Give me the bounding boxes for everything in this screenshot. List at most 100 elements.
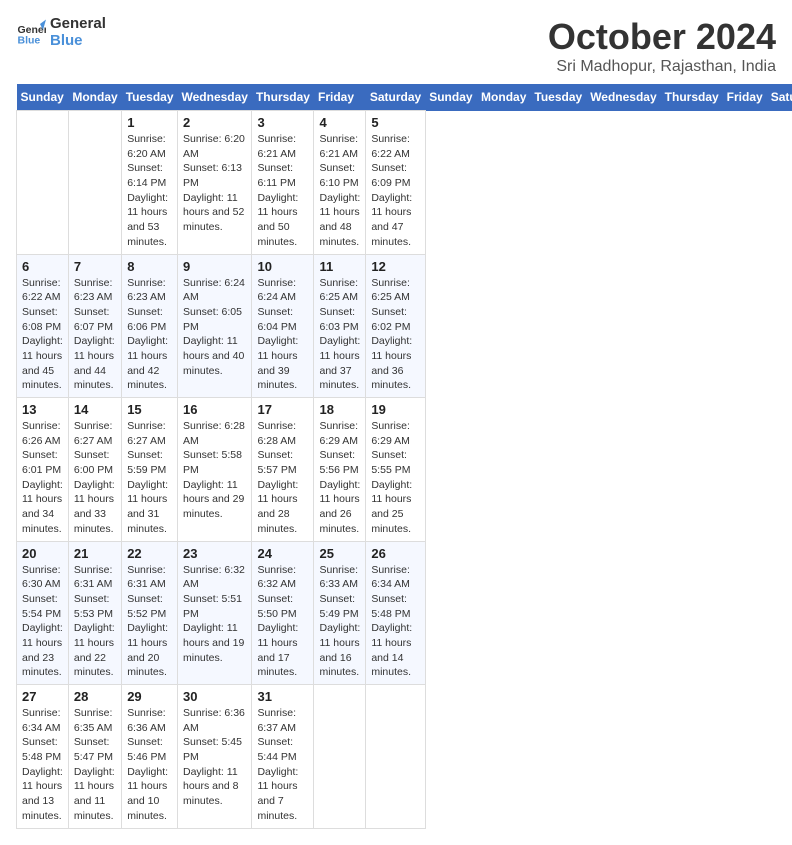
day-number: 16 — [183, 402, 246, 417]
calendar-cell: 16 Sunrise: 6:28 AM Sunset: 5:58 PM Dayli… — [178, 398, 252, 542]
calendar-cell: 19 Sunrise: 6:29 AM Sunset: 5:55 PM Dayli… — [366, 398, 425, 542]
header-tuesday: Tuesday — [122, 84, 178, 111]
title-block: October 2024 Sri Madhopur, Rajasthan, In… — [548, 16, 776, 76]
day-number: 11 — [319, 259, 360, 274]
header-wednesday: Wednesday — [586, 84, 660, 111]
page-title: October 2024 — [548, 16, 776, 58]
day-info: Sunrise: 6:20 AM Sunset: 6:14 PM Dayligh… — [127, 132, 172, 250]
calendar-header-row: SundayMondayTuesdayWednesdayThursdayFrid… — [17, 84, 792, 111]
day-info: Sunrise: 6:28 AM Sunset: 5:58 PM Dayligh… — [183, 419, 246, 522]
day-number: 18 — [319, 402, 360, 417]
calendar-week-row: 13 Sunrise: 6:26 AM Sunset: 6:01 PM Dayli… — [17, 398, 792, 542]
day-info: Sunrise: 6:36 AM Sunset: 5:46 PM Dayligh… — [127, 706, 172, 824]
day-number: 29 — [127, 689, 172, 704]
calendar-cell: 28 Sunrise: 6:35 AM Sunset: 5:47 PM Dayli… — [68, 685, 121, 829]
day-number: 31 — [257, 689, 308, 704]
calendar-cell: 30 Sunrise: 6:36 AM Sunset: 5:45 PM Dayli… — [178, 685, 252, 829]
day-info: Sunrise: 6:24 AM Sunset: 6:05 PM Dayligh… — [183, 276, 246, 379]
calendar-cell: 11Sunrise: 6:25 AM Sunset: 6:03 PM Dayli… — [314, 254, 366, 398]
header-sunday: Sunday — [17, 84, 69, 111]
calendar-cell: 31 Sunrise: 6:37 AM Sunset: 5:44 PM Dayli… — [252, 685, 314, 829]
day-number: 14 — [74, 402, 116, 417]
calendar-cell — [366, 685, 425, 829]
day-info: Sunrise: 6:32 AM Sunset: 5:51 PM Dayligh… — [183, 563, 246, 666]
day-info: Sunrise: 6:28 AM Sunset: 5:57 PM Dayligh… — [257, 419, 308, 537]
header-monday: Monday — [68, 84, 121, 111]
day-info: Sunrise: 6:35 AM Sunset: 5:47 PM Dayligh… — [74, 706, 116, 824]
calendar-cell: 24 Sunrise: 6:32 AM Sunset: 5:50 PM Dayli… — [252, 541, 314, 685]
calendar-cell — [17, 111, 69, 255]
day-info: Sunrise: 6:21 AM Sunset: 6:11 PM Dayligh… — [257, 132, 308, 250]
calendar-cell: 26 Sunrise: 6:34 AM Sunset: 5:48 PM Dayli… — [366, 541, 425, 685]
calendar-week-row: 1 Sunrise: 6:20 AM Sunset: 6:14 PM Daylig… — [17, 111, 792, 255]
header-thursday: Thursday — [661, 84, 723, 111]
day-info: Sunrise: 6:34 AM Sunset: 5:48 PM Dayligh… — [371, 563, 419, 681]
day-number: 15 — [127, 402, 172, 417]
day-number: 6 — [22, 259, 63, 274]
calendar-cell: 29 Sunrise: 6:36 AM Sunset: 5:46 PM Dayli… — [122, 685, 178, 829]
calendar-cell: 14 Sunrise: 6:27 AM Sunset: 6:00 PM Dayli… — [68, 398, 121, 542]
calendar-cell: 8Sunrise: 6:23 AM Sunset: 6:06 PM Daylig… — [122, 254, 178, 398]
day-number: 1 — [127, 115, 172, 130]
day-number: 13 — [22, 402, 63, 417]
day-number: 12 — [371, 259, 419, 274]
day-number: 19 — [371, 402, 419, 417]
day-number: 23 — [183, 546, 246, 561]
calendar-cell: 22Sunrise: 6:31 AM Sunset: 5:52 PM Dayli… — [122, 541, 178, 685]
day-info: Sunrise: 6:27 AM Sunset: 6:00 PM Dayligh… — [74, 419, 116, 537]
day-number: 24 — [257, 546, 308, 561]
calendar-cell: 5Sunrise: 6:22 AM Sunset: 6:09 PM Daylig… — [366, 111, 425, 255]
calendar-cell: 3Sunrise: 6:21 AM Sunset: 6:11 PM Daylig… — [252, 111, 314, 255]
header-monday: Monday — [477, 84, 530, 111]
day-number: 26 — [371, 546, 419, 561]
day-info: Sunrise: 6:32 AM Sunset: 5:50 PM Dayligh… — [257, 563, 308, 681]
logo-line2: Blue — [50, 33, 106, 50]
logo-icon: General Blue — [16, 18, 46, 48]
header-friday: Friday — [723, 84, 767, 111]
calendar-week-row: 27Sunrise: 6:34 AM Sunset: 5:48 PM Dayli… — [17, 685, 792, 829]
page-header: General Blue General Blue October 2024 S… — [16, 16, 776, 76]
day-info: Sunrise: 6:21 AM Sunset: 6:10 PM Dayligh… — [319, 132, 360, 250]
day-number: 25 — [319, 546, 360, 561]
header-wednesday: Wednesday — [178, 84, 252, 111]
day-info: Sunrise: 6:36 AM Sunset: 5:45 PM Dayligh… — [183, 706, 246, 809]
day-info: Sunrise: 6:37 AM Sunset: 5:44 PM Dayligh… — [257, 706, 308, 824]
calendar-table: SundayMondayTuesdayWednesdayThursdayFrid… — [16, 84, 792, 829]
calendar-week-row: 20Sunrise: 6:30 AM Sunset: 5:54 PM Dayli… — [17, 541, 792, 685]
day-info: Sunrise: 6:29 AM Sunset: 5:56 PM Dayligh… — [319, 419, 360, 537]
day-info: Sunrise: 6:30 AM Sunset: 5:54 PM Dayligh… — [22, 563, 63, 681]
calendar-cell: 7 Sunrise: 6:23 AM Sunset: 6:07 PM Daylig… — [68, 254, 121, 398]
calendar-cell: 21Sunrise: 6:31 AM Sunset: 5:53 PM Dayli… — [68, 541, 121, 685]
calendar-cell: 9 Sunrise: 6:24 AM Sunset: 6:05 PM Daylig… — [178, 254, 252, 398]
header-saturday: Saturday — [366, 84, 425, 111]
calendar-week-row: 6Sunrise: 6:22 AM Sunset: 6:08 PM Daylig… — [17, 254, 792, 398]
day-info: Sunrise: 6:31 AM Sunset: 5:53 PM Dayligh… — [74, 563, 116, 681]
day-number: 9 — [183, 259, 246, 274]
logo-line1: General — [50, 16, 106, 33]
calendar-cell: 1 Sunrise: 6:20 AM Sunset: 6:14 PM Daylig… — [122, 111, 178, 255]
header-thursday: Thursday — [252, 84, 314, 111]
day-number: 7 — [74, 259, 116, 274]
calendar-cell: 23 Sunrise: 6:32 AM Sunset: 5:51 PM Dayli… — [178, 541, 252, 685]
day-number: 10 — [257, 259, 308, 274]
day-info: Sunrise: 6:29 AM Sunset: 5:55 PM Dayligh… — [371, 419, 419, 537]
calendar-cell — [68, 111, 121, 255]
calendar-cell: 6Sunrise: 6:22 AM Sunset: 6:08 PM Daylig… — [17, 254, 69, 398]
day-number: 4 — [319, 115, 360, 130]
day-number: 28 — [74, 689, 116, 704]
day-info: Sunrise: 6:33 AM Sunset: 5:49 PM Dayligh… — [319, 563, 360, 681]
calendar-cell: 27Sunrise: 6:34 AM Sunset: 5:48 PM Dayli… — [17, 685, 69, 829]
header-saturday: Saturday — [767, 84, 792, 111]
header-tuesday: Tuesday — [530, 84, 586, 111]
calendar-cell: 12Sunrise: 6:25 AM Sunset: 6:02 PM Dayli… — [366, 254, 425, 398]
day-info: Sunrise: 6:26 AM Sunset: 6:01 PM Dayligh… — [22, 419, 63, 537]
day-info: Sunrise: 6:20 AM Sunset: 6:13 PM Dayligh… — [183, 132, 246, 235]
logo: General Blue General Blue — [16, 16, 106, 49]
calendar-cell: 13 Sunrise: 6:26 AM Sunset: 6:01 PM Dayli… — [17, 398, 69, 542]
day-number: 5 — [371, 115, 419, 130]
calendar-cell: 10Sunrise: 6:24 AM Sunset: 6:04 PM Dayli… — [252, 254, 314, 398]
svg-text:Blue: Blue — [18, 34, 41, 46]
day-number: 30 — [183, 689, 246, 704]
header-friday: Friday — [314, 84, 366, 111]
day-info: Sunrise: 6:23 AM Sunset: 6:07 PM Dayligh… — [74, 276, 116, 394]
